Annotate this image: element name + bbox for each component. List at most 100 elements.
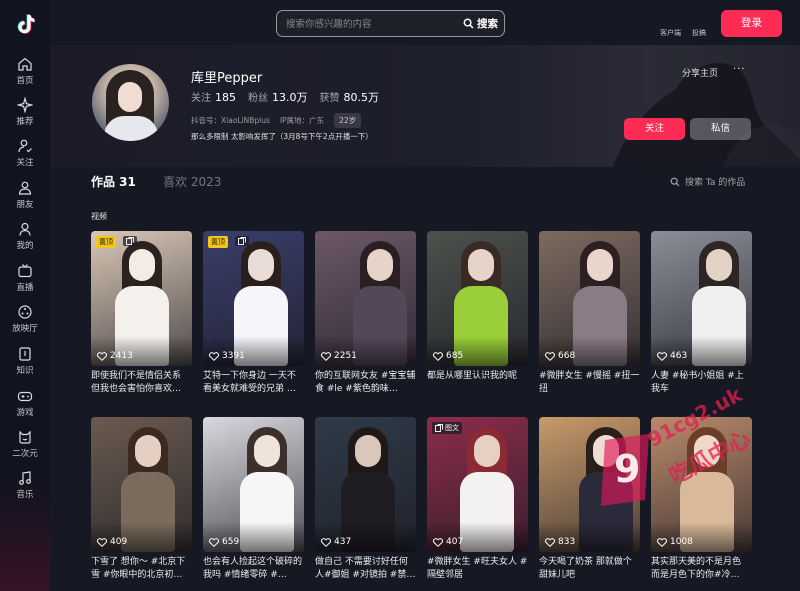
stat-following[interactable]: 关注 185 [191,89,236,105]
sidebar-item-label: 推荐 [16,117,34,127]
multi-image-badge [123,236,137,246]
stat-fans[interactable]: 粉丝 13.0万 [248,89,308,105]
video-caption[interactable]: 做自己 不需要讨好任何人#御姐 #对镜拍 #禁… [315,556,416,582]
search-button-label: 搜索 [477,18,498,30]
video-card[interactable]: 833 今天喝了奶茶 那就做个甜妹儿吧 [539,417,640,582]
video-thumbnail[interactable]: 833 [539,417,640,552]
like-count-value: 463 [670,351,688,361]
submit-link[interactable]: 投稿 [692,28,706,38]
video-caption[interactable]: 都是从哪里认识我的呢 [427,370,528,396]
login-button[interactable]: 登录 [721,10,782,37]
sidebar-item-anime[interactable]: 二次元 [0,429,50,469]
video-thumbnail[interactable]: 409 [91,417,192,552]
heart-icon [657,537,667,547]
sparkle-icon [17,97,33,113]
video-thumbnail[interactable]: 置顶 2413 [91,231,192,366]
book-icon [19,347,31,361]
video-thumbnail[interactable]: 437 [315,417,416,552]
tiktok-logo-icon[interactable] [13,12,37,36]
profile-signature: 那么多限制 太影响发挥了（3月8号下午2点开播一下） [191,132,373,141]
sidebar-item-home[interactable]: 首页 [0,56,50,96]
video-caption[interactable]: 今天喝了奶茶 那就做个甜妹儿吧 [539,556,640,582]
like-count-value: 833 [558,537,576,547]
sidebar-item-label: 我的 [16,241,34,251]
sidebar-item-games[interactable]: 游戏 [0,388,50,428]
video-thumbnail[interactable]: 1008 [651,417,752,552]
video-card[interactable]: 437 做自己 不需要讨好任何人#御姐 #对镜拍 #禁… [315,417,416,582]
heart-icon [657,351,667,361]
video-thumbnail[interactable]: 2251 [315,231,416,366]
thumbnail-figure-head [468,249,494,281]
client-download-link[interactable]: 客户端 [660,28,681,38]
tab-works[interactable]: 作品 31 [91,173,136,190]
sidebar-decoration [0,481,50,591]
search-icon [670,177,680,186]
sidebar-item-live[interactable]: 直播 [0,263,50,303]
message-button[interactable]: 私信 [690,118,751,140]
tab-likes[interactable]: 喜欢 2023 [163,173,221,190]
sidebar-item-recommend[interactable]: 推荐 [0,97,50,137]
video-card[interactable]: 置顶 3391 艾特一下你身边 一天不看美女就难受的兄弟 … [203,231,304,396]
video-thumbnail[interactable]: 685 [427,231,528,366]
search-input[interactable] [286,16,451,32]
share-profile-button[interactable]: 分享主页 [682,66,718,79]
stat-label: 关注 [191,93,211,104]
like-count-value: 437 [334,537,352,547]
like-count-value: 659 [222,537,240,547]
video-caption[interactable]: 你的互联网女友 #宝宝辅食 #le #紫色韵味… [315,370,416,396]
video-caption[interactable]: 下雪了 想你～ #北京下雪 #你眼中的北京初… [91,556,192,582]
video-caption[interactable]: 艾特一下你身边 一天不看美女就难受的兄弟 … [203,370,304,396]
video-caption[interactable]: 也会有人捡起这个破碎的我吗 #情绪零碎 #… [203,556,304,582]
video-caption[interactable]: 人妻 #秘书小姐姐 #上我车 [651,370,752,396]
like-count: 2251 [321,351,357,361]
video-thumbnail[interactable]: 置顶 3391 [203,231,304,366]
sidebar-item-friends[interactable]: 朋友 [0,180,50,220]
film-icon [18,305,32,319]
like-count: 1008 [657,537,693,547]
search-icon [463,18,474,29]
video-card[interactable]: 685 都是从哪里认识我的呢 [427,231,528,396]
video-caption[interactable]: #微胖女生 #旺夫女人 #隔壁邻居 [427,556,528,582]
thumbnail-figure-head [248,249,274,281]
video-card[interactable]: 2251 你的互联网女友 #宝宝辅食 #le #紫色韵味… [315,231,416,396]
video-thumbnail[interactable]: 659 [203,417,304,552]
video-card[interactable]: 463 人妻 #秘书小姐姐 #上我车 [651,231,752,396]
banner-background-image [612,62,800,167]
like-count: 437 [321,537,351,547]
section-label-videos: 视频 [91,212,107,221]
video-caption[interactable]: #微胖女生 #慢摇 #扭一扭 [539,370,640,396]
more-options-button[interactable]: ··· [733,64,746,75]
video-card[interactable]: 图文 407 #微胖女生 #旺夫女人 #隔壁邻居 [427,417,528,582]
sidebar-item-follow[interactable]: 关注 [0,138,50,178]
heart-icon [97,351,107,361]
video-caption[interactable]: 其实那天美的不是月色 而是月色下的你#冷… [651,556,752,582]
video-card[interactable]: 置顶 2413 即使我们不是情侣关系 但我也会害怕你喜欢… [91,231,192,396]
avatar-body [104,116,158,141]
user-icon [19,222,31,236]
stat-value: 185 [215,91,236,104]
like-count: 833 [545,537,575,547]
search-button[interactable]: 搜索 [463,15,498,32]
video-thumbnail[interactable]: 668 [539,231,640,366]
video-card[interactable]: 1008 其实那天美的不是月色 而是月色下的你#冷… [651,417,752,582]
sidebar-item-label: 游戏 [16,408,34,418]
sidebar-item-knowledge[interactable]: 知识 [0,346,50,386]
video-thumbnail[interactable]: 图文 407 [427,417,528,552]
video-thumbnail[interactable]: 463 [651,231,752,366]
video-card[interactable]: 409 下雪了 想你～ #北京下雪 #你眼中的北京初… [91,417,192,582]
sidebar-item-mine[interactable]: 我的 [0,221,50,261]
profile-meta: 抖音号：XiaoLiNBplus IP属地：广东 22岁 [191,113,362,128]
sidebar-item-cinema[interactable]: 放映厅 [0,304,50,344]
video-caption[interactable]: 即使我们不是情侣关系 但我也会害怕你喜欢… [91,370,192,396]
avatar[interactable] [92,64,169,141]
follow-button[interactable]: 关注 [624,118,685,140]
video-card[interactable]: 668 #微胖女生 #慢摇 #扭一扭 [539,231,640,396]
stat-label: 粉丝 [248,93,268,104]
home-icon [18,57,32,71]
follow-icon [18,139,32,153]
avatar-face [118,82,142,112]
sidebar-item-label: 直播 [16,283,34,293]
video-card[interactable]: 659 也会有人捡起这个破碎的我吗 #情绪零碎 #… [203,417,304,582]
search-works-button[interactable]: 搜索 Ta 的作品 [670,175,745,188]
search-works-label: 搜索 Ta 的作品 [685,178,746,188]
